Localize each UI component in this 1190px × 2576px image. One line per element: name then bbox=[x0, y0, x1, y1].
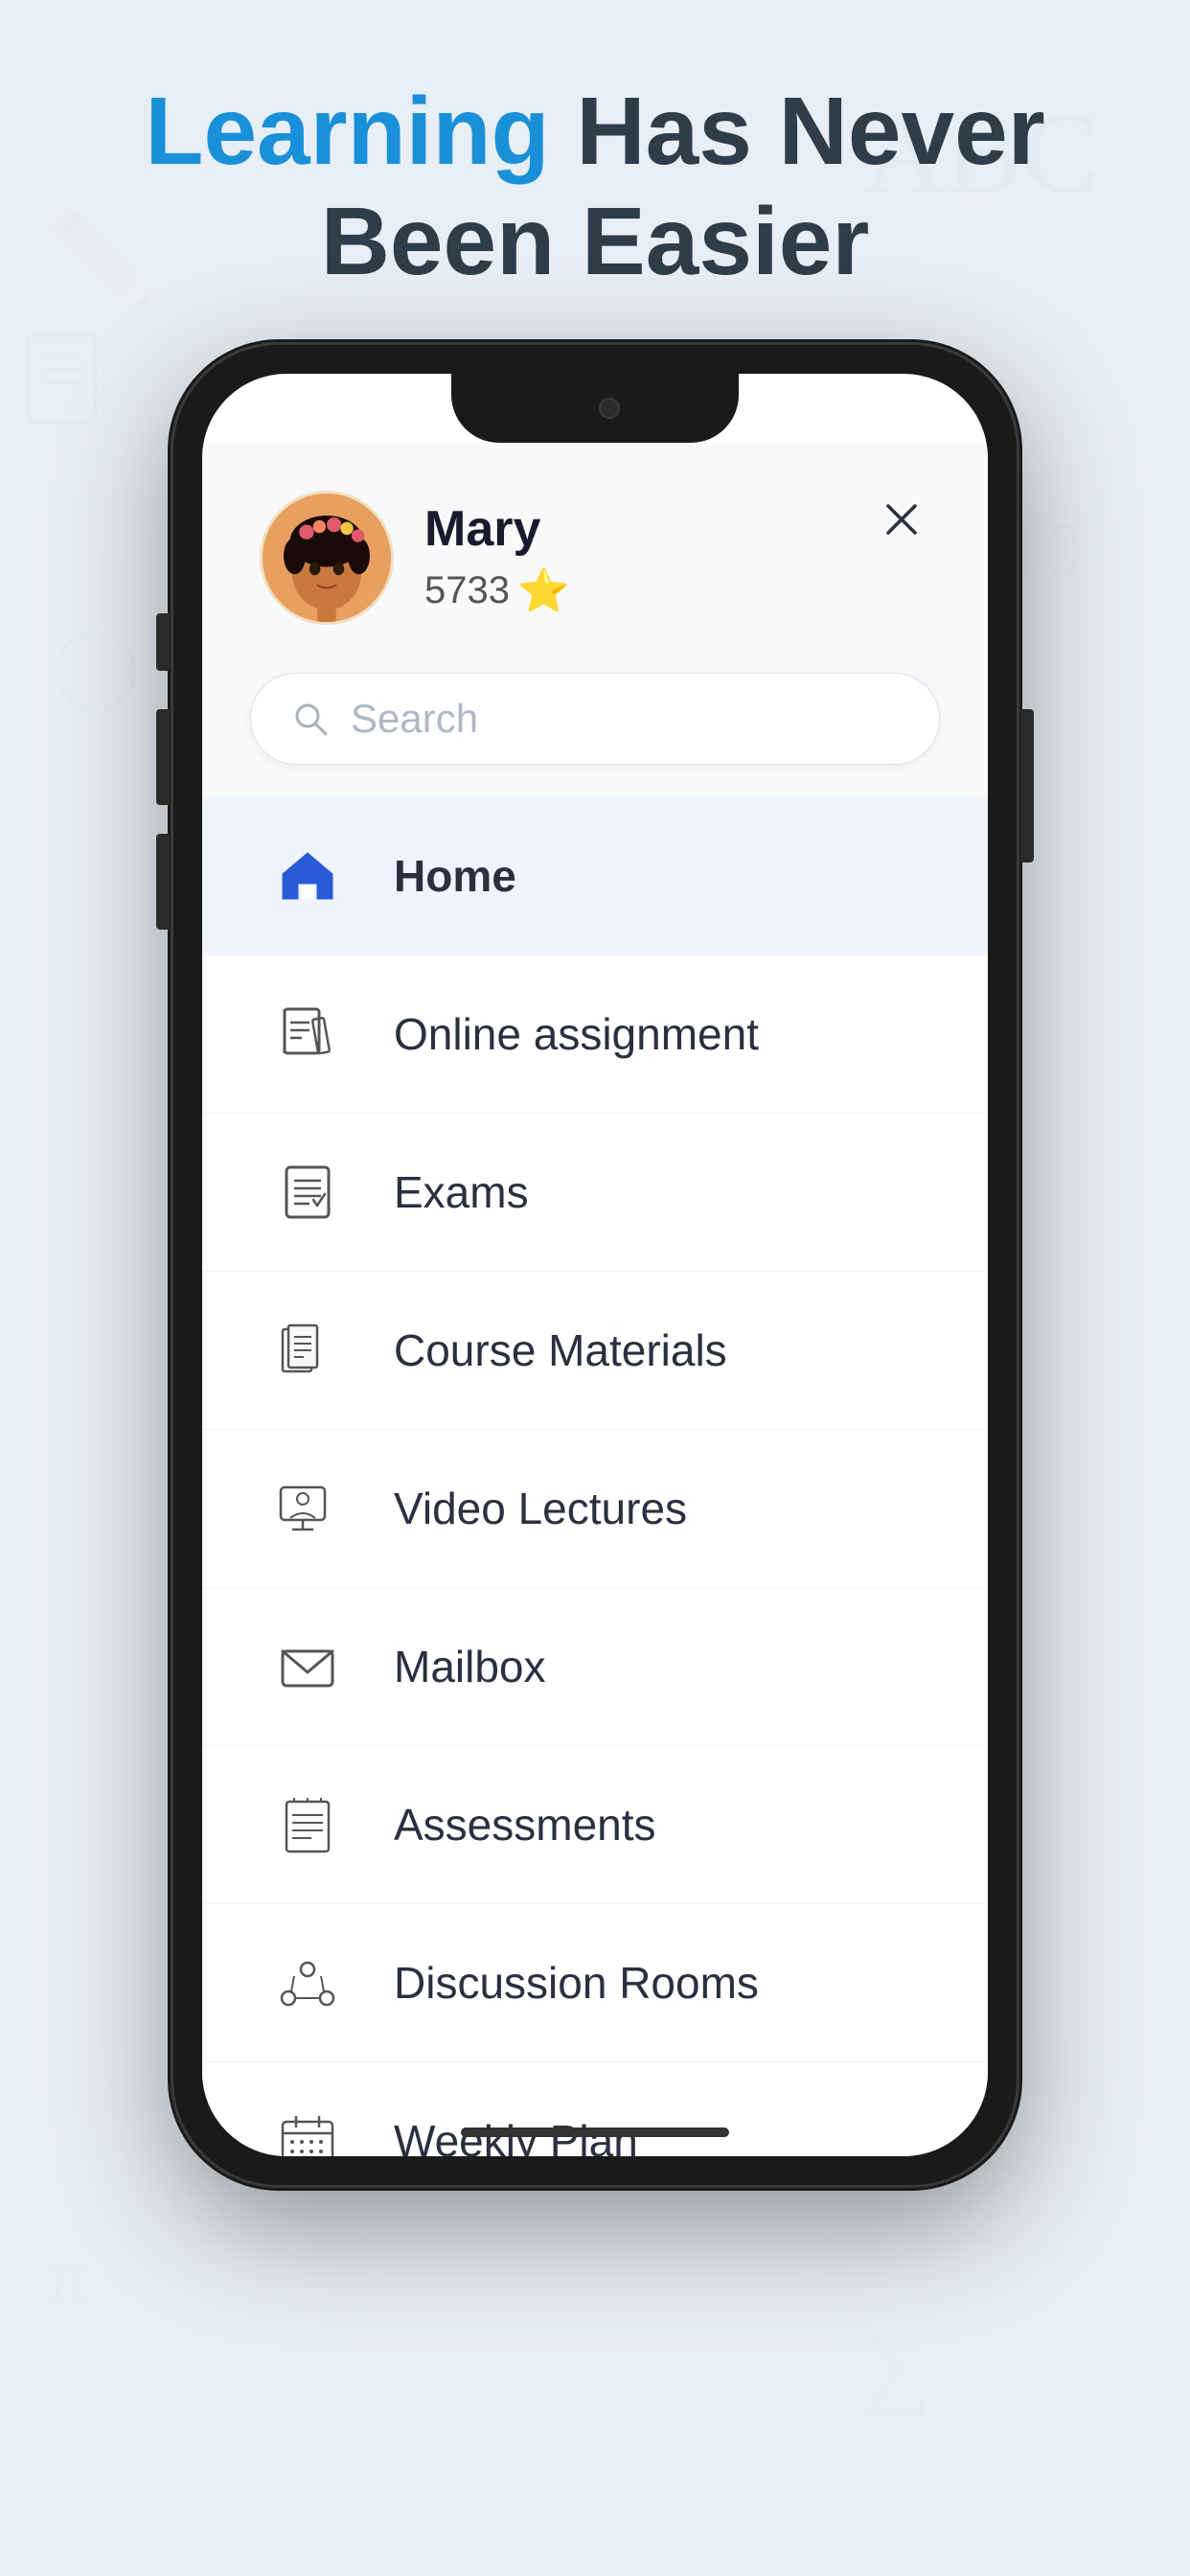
mailbox-icon bbox=[269, 1628, 346, 1705]
weekly-plan-icon bbox=[269, 2103, 346, 2156]
menu-list: Home Onli bbox=[202, 797, 988, 2156]
menu-label-assessments: Assessments bbox=[394, 1799, 656, 1851]
video-lectures-icon bbox=[269, 1470, 346, 1547]
svg-text:10: 10 bbox=[1006, 508, 1083, 592]
user-name: Mary bbox=[424, 500, 570, 558]
menu-item-discussion-rooms[interactable]: Discussion Rooms bbox=[202, 1904, 988, 2062]
app-content: Mary 5733 ⭐ Search bbox=[202, 443, 988, 2156]
menu-item-assessments[interactable]: Assessments bbox=[202, 1746, 988, 1904]
phone-notch bbox=[451, 374, 739, 443]
profile-info: Mary 5733 ⭐ bbox=[424, 500, 570, 615]
score-value: 5733 bbox=[424, 569, 510, 612]
discussion-rooms-icon bbox=[269, 1944, 346, 2021]
hero-title-rest: Has Never bbox=[550, 78, 1045, 185]
exams-icon bbox=[269, 1154, 346, 1230]
search-bar[interactable]: Search bbox=[250, 673, 940, 765]
menu-label-video-lectures: Video Lectures bbox=[394, 1483, 687, 1534]
menu-item-home[interactable]: Home bbox=[202, 797, 988, 955]
phone-button-silent bbox=[156, 613, 170, 671]
assessments-icon bbox=[269, 1786, 346, 1863]
menu-item-mailbox[interactable]: Mailbox bbox=[202, 1588, 988, 1746]
menu-label-mailbox: Mailbox bbox=[394, 1641, 546, 1692]
search-icon bbox=[289, 698, 332, 740]
close-button[interactable] bbox=[873, 491, 930, 548]
search-placeholder: Search bbox=[351, 696, 901, 742]
phone-screen: Mary 5733 ⭐ Search bbox=[202, 374, 988, 2156]
menu-label-discussion-rooms: Discussion Rooms bbox=[394, 1957, 759, 2009]
menu-item-course-materials[interactable]: Course Materials bbox=[202, 1272, 988, 1430]
phone-button-power bbox=[1020, 709, 1034, 862]
star-icon: ⭐ bbox=[517, 565, 570, 615]
svg-text:∑: ∑ bbox=[862, 2311, 930, 2417]
phone-button-volume-down bbox=[156, 834, 170, 930]
menu-item-weekly-plan[interactable]: Weekly Plan bbox=[202, 2062, 988, 2156]
home-indicator bbox=[461, 2128, 729, 2137]
user-avatar bbox=[260, 491, 394, 625]
svg-text:π: π bbox=[48, 2233, 86, 2317]
online-assignment-icon bbox=[269, 996, 346, 1072]
front-camera bbox=[599, 398, 620, 419]
hero-title-line2: Been Easier bbox=[321, 188, 870, 295]
menu-label-online-assignment: Online assignment bbox=[394, 1008, 759, 1060]
menu-label-home: Home bbox=[394, 850, 516, 902]
user-score: 5733 ⭐ bbox=[424, 565, 570, 615]
phone-device: Mary 5733 ⭐ Search bbox=[173, 345, 1017, 2185]
menu-item-exams[interactable]: Exams bbox=[202, 1114, 988, 1272]
home-icon bbox=[269, 838, 346, 914]
phone-button-volume-up bbox=[156, 709, 170, 805]
menu-label-exams: Exams bbox=[394, 1166, 529, 1218]
hero-section: Learning Has Never Been Easier bbox=[0, 77, 1190, 297]
course-materials-icon bbox=[269, 1312, 346, 1389]
profile-section: Mary 5733 ⭐ bbox=[260, 491, 570, 625]
menu-item-video-lectures[interactable]: Video Lectures bbox=[202, 1430, 988, 1588]
hero-title-blue: Learning bbox=[145, 78, 549, 185]
menu-label-course-materials: Course Materials bbox=[394, 1324, 727, 1376]
menu-item-online-assignment[interactable]: Online assignment bbox=[202, 955, 988, 1114]
